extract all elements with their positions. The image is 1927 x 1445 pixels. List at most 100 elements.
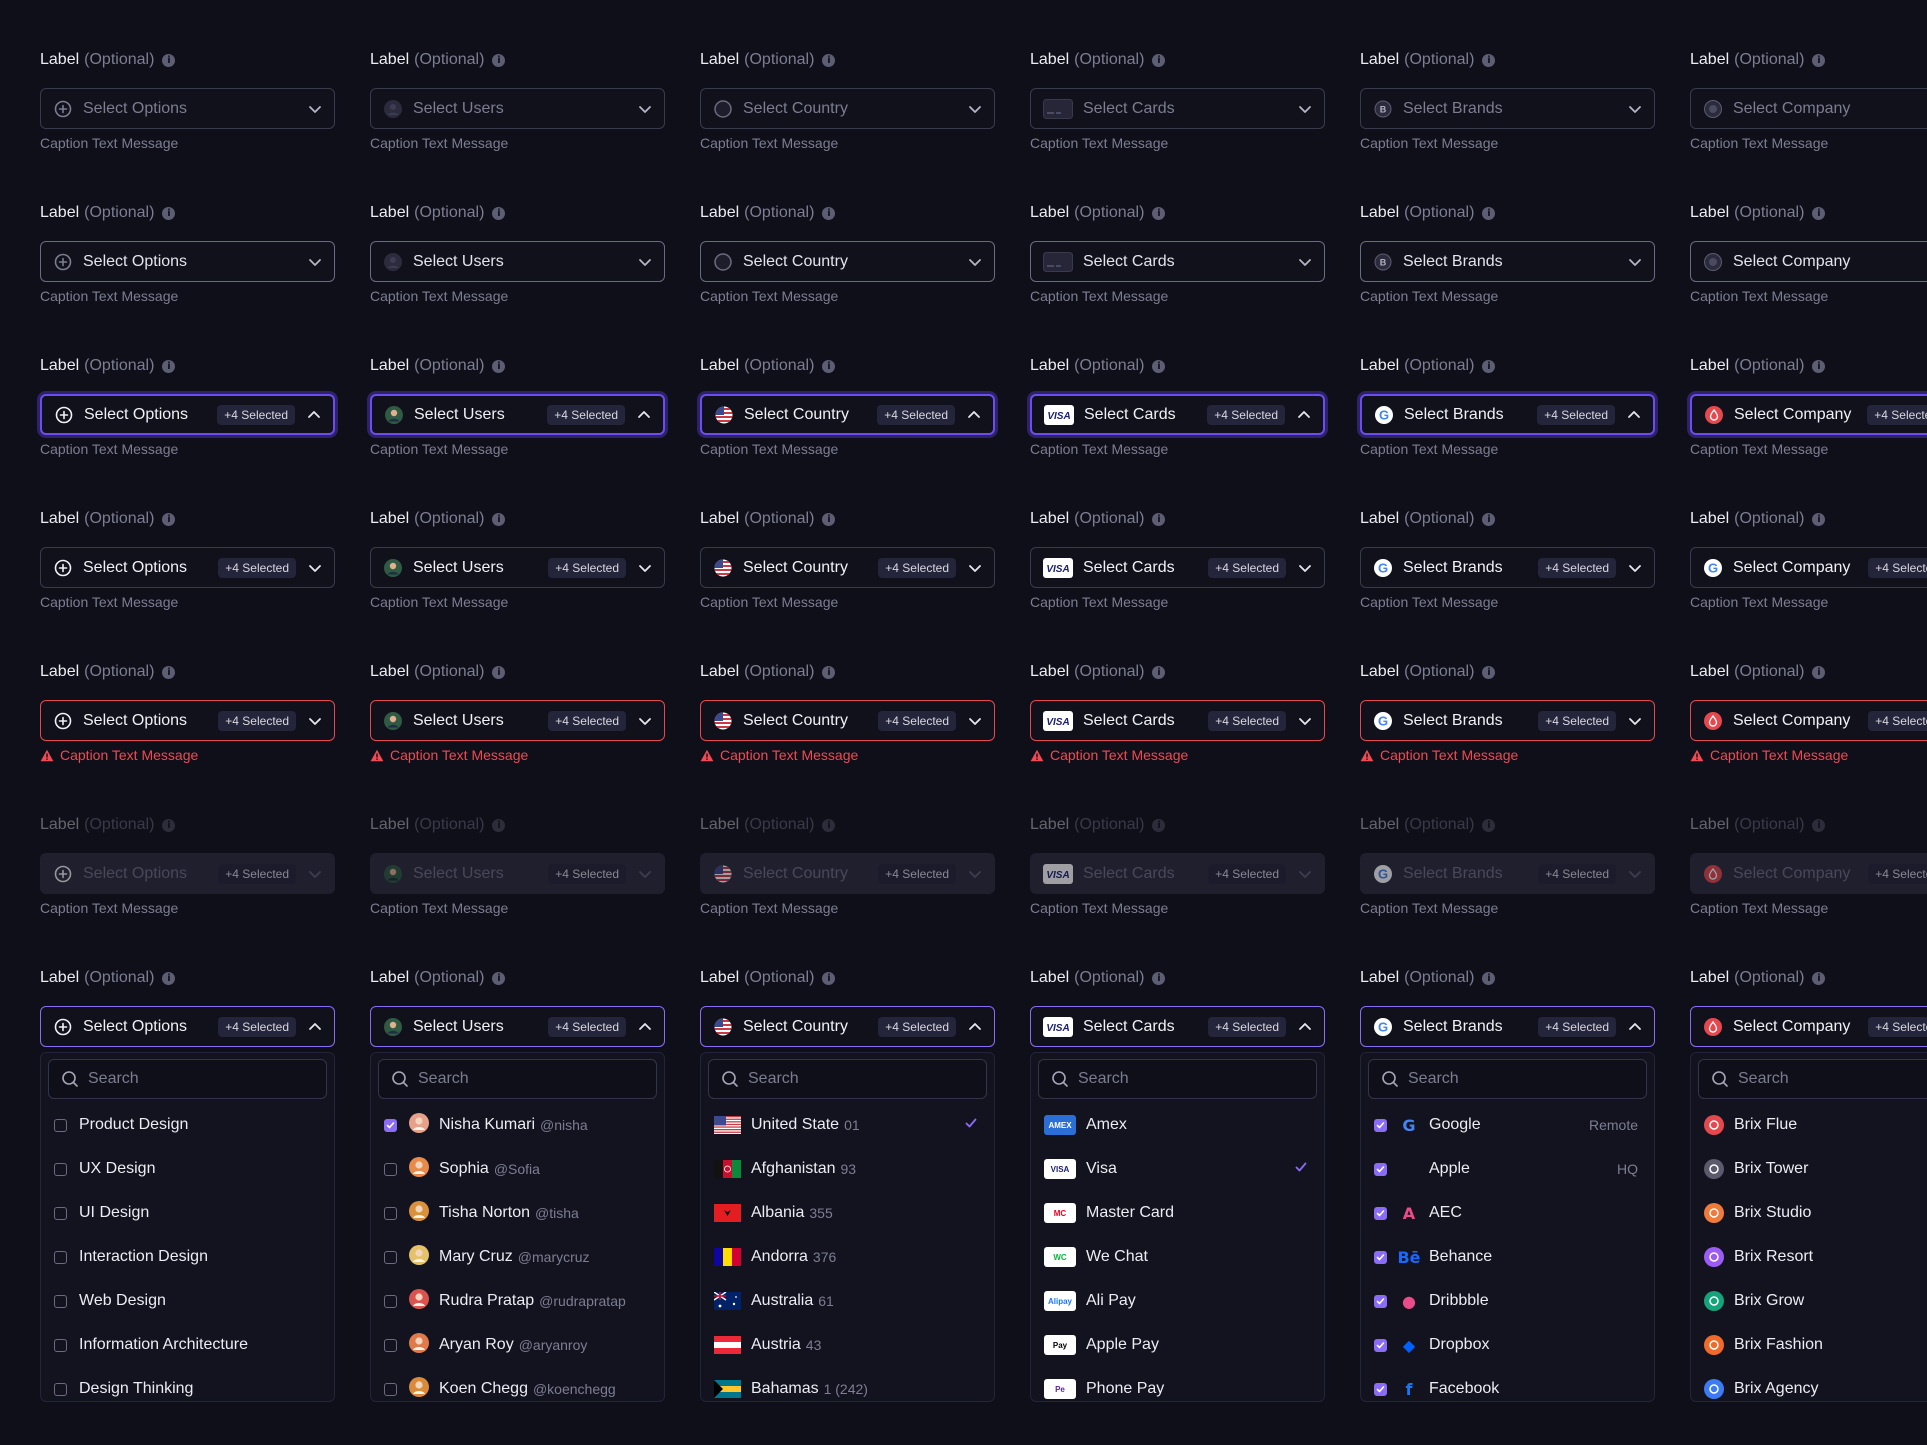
checkbox[interactable] (384, 1382, 397, 1396)
select-trigger[interactable]: B Select Brands (1360, 241, 1655, 282)
info-icon[interactable]: i (822, 818, 836, 832)
menu-item[interactable]: Brix Flue (1691, 1103, 1927, 1147)
checkbox[interactable] (384, 1294, 397, 1308)
info-icon[interactable]: i (1152, 971, 1166, 985)
search-input[interactable]: Search (1038, 1059, 1317, 1099)
checkbox[interactable] (384, 1338, 397, 1352)
info-icon[interactable]: i (822, 512, 836, 526)
info-icon[interactable]: i (492, 359, 506, 373)
checkbox[interactable] (54, 1206, 67, 1220)
info-icon[interactable]: i (162, 818, 176, 832)
chevron-down-icon[interactable] (968, 102, 982, 116)
menu-item[interactable]: A AEC (1361, 1191, 1654, 1235)
select-trigger[interactable]: B Select Brands (1360, 88, 1655, 129)
chevron-down-icon[interactable] (308, 255, 322, 269)
chevron-down-icon[interactable] (638, 255, 652, 269)
chevron-down-icon[interactable] (968, 561, 982, 575)
info-icon[interactable]: i (162, 53, 176, 67)
search-input[interactable]: Search (1698, 1059, 1927, 1099)
chevron-up-icon[interactable] (1297, 408, 1311, 422)
menu-item[interactable]: Aryan Roy @aryanroy (371, 1323, 664, 1367)
menu-item[interactable]: Pay Apple Pay (1031, 1323, 1324, 1367)
checkbox[interactable] (1374, 1294, 1387, 1308)
menu-item[interactable]: ◆ Dropbox (1361, 1323, 1654, 1367)
chevron-down-icon[interactable] (968, 714, 982, 728)
chevron-up-icon[interactable] (1628, 1020, 1642, 1034)
select-trigger[interactable]: Select Users (370, 241, 665, 282)
chevron-down-icon[interactable] (308, 714, 322, 728)
checkbox[interactable] (384, 1250, 397, 1264)
select-trigger[interactable]: Select Country +4 Selected (700, 547, 995, 588)
select-trigger[interactable]: Select Country +4 Selected (700, 700, 995, 741)
menu-item[interactable]: UX Design (41, 1147, 334, 1191)
select-trigger[interactable]: Select Cards (1030, 88, 1325, 129)
select-trigger[interactable]: Select Company +4 Selected (1690, 394, 1927, 435)
select-trigger[interactable]: G Select Company +4 Selected (1690, 547, 1927, 588)
chevron-down-icon[interactable] (308, 102, 322, 116)
info-icon[interactable]: i (162, 512, 176, 526)
menu-item[interactable]: Product Design (41, 1103, 334, 1147)
info-icon[interactable]: i (822, 206, 836, 220)
info-icon[interactable]: i (162, 206, 176, 220)
menu-item[interactable]: WC We Chat (1031, 1235, 1324, 1279)
menu-item[interactable]: ● Dribbble (1361, 1279, 1654, 1323)
menu-item[interactable]: Afghanistan 93 (701, 1147, 994, 1191)
checkbox[interactable] (384, 1206, 397, 1220)
info-icon[interactable]: i (162, 359, 176, 373)
info-icon[interactable]: i (1482, 359, 1496, 373)
info-icon[interactable]: i (822, 665, 836, 679)
select-trigger[interactable]: G Select Brands +4 Selected (1360, 547, 1655, 588)
chevron-down-icon[interactable] (1298, 561, 1312, 575)
menu-item[interactable]: Apple HQ (1361, 1147, 1654, 1191)
menu-item[interactable]: Web Design (41, 1279, 334, 1323)
info-icon[interactable]: i (1812, 512, 1826, 526)
chevron-down-icon[interactable] (968, 867, 982, 881)
checkbox[interactable] (54, 1118, 67, 1132)
info-icon[interactable]: i (1482, 206, 1496, 220)
menu-item[interactable]: Mary Cruz @marycruz (371, 1235, 664, 1279)
info-icon[interactable]: i (492, 818, 506, 832)
chevron-down-icon[interactable] (1628, 867, 1642, 881)
menu-item[interactable]: G Google Remote (1361, 1103, 1654, 1147)
info-icon[interactable]: i (1152, 359, 1166, 373)
menu-item[interactable]: Interaction Design (41, 1235, 334, 1279)
chevron-down-icon[interactable] (638, 561, 652, 575)
select-trigger[interactable]: Select Company +4 Selected (1690, 700, 1927, 741)
info-icon[interactable]: i (492, 512, 506, 526)
chevron-up-icon[interactable] (1627, 408, 1641, 422)
menu-item[interactable]: Brix Grow (1691, 1279, 1927, 1323)
select-trigger[interactable]: VISA Select Cards +4 Selected (1030, 394, 1325, 435)
menu-item[interactable]: Nisha Kumari @nisha (371, 1103, 664, 1147)
checkbox[interactable] (1374, 1382, 1387, 1396)
menu-item[interactable]: VISA Visa (1031, 1147, 1324, 1191)
menu-item[interactable]: Design Thinking (41, 1367, 334, 1401)
info-icon[interactable]: i (1152, 818, 1166, 832)
select-trigger[interactable]: VISA Select Cards +4 Selected (1030, 700, 1325, 741)
chevron-down-icon[interactable] (1628, 255, 1642, 269)
info-icon[interactable]: i (1812, 971, 1826, 985)
select-trigger[interactable]: Select Country +4 Selected (700, 394, 995, 435)
menu-item[interactable]: Brix Studio (1691, 1191, 1927, 1235)
info-icon[interactable]: i (1482, 818, 1496, 832)
chevron-down-icon[interactable] (1628, 102, 1642, 116)
search-input[interactable]: Search (48, 1059, 327, 1099)
menu-item[interactable]: Australia 61 (701, 1279, 994, 1323)
menu-item[interactable]: Andorra 376 (701, 1235, 994, 1279)
menu-item[interactable]: Brix Fashion (1691, 1323, 1927, 1367)
menu-item[interactable]: Bahamas 1 (242) (701, 1367, 994, 1401)
info-icon[interactable]: i (822, 971, 836, 985)
select-trigger[interactable]: Select Options +4 Selected (40, 700, 335, 741)
menu-item[interactable]: Brix Tower (1691, 1147, 1927, 1191)
checkbox[interactable] (54, 1382, 67, 1396)
info-icon[interactable]: i (492, 206, 506, 220)
menu-item[interactable]: Tisha Norton @tisha (371, 1191, 664, 1235)
select-trigger[interactable]: Select Company (1690, 241, 1927, 282)
info-icon[interactable]: i (822, 53, 836, 67)
chevron-down-icon[interactable] (1628, 561, 1642, 575)
checkbox[interactable] (1374, 1250, 1387, 1264)
select-trigger[interactable]: Select Options (40, 88, 335, 129)
checkbox[interactable] (1374, 1162, 1387, 1176)
checkbox[interactable] (54, 1294, 67, 1308)
info-icon[interactable]: i (1812, 665, 1826, 679)
info-icon[interactable]: i (1482, 971, 1496, 985)
